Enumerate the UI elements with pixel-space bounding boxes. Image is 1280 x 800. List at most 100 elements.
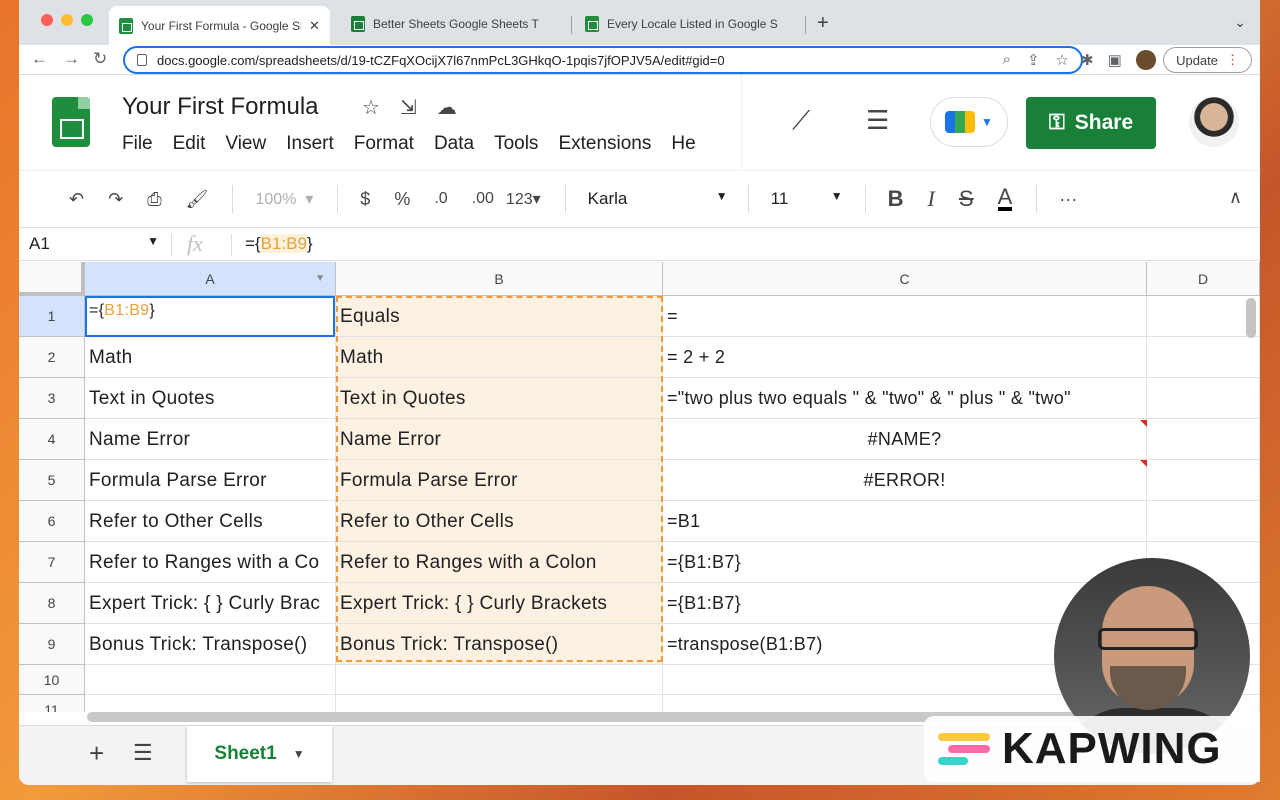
cell-a1[interactable]: ={B1:B9} — [85, 296, 336, 337]
cell-d[interactable] — [1147, 460, 1260, 501]
column-header-d[interactable]: D — [1147, 262, 1260, 296]
sheets-logo-icon[interactable] — [52, 97, 90, 147]
cell-d[interactable] — [1147, 501, 1260, 542]
column-header-c[interactable]: C — [663, 262, 1147, 296]
zoom-icon[interactable]: ⌕ — [1003, 51, 1011, 69]
bold-button[interactable]: B — [888, 186, 904, 212]
new-tab-icon[interactable]: + — [817, 12, 829, 35]
menu-format[interactable]: Format — [354, 133, 414, 155]
percent-format-button[interactable]: % — [394, 189, 410, 210]
browser-tab[interactable]: Every Locale Listed in Google S — [575, 8, 797, 40]
cell-c[interactable]: = — [663, 296, 1147, 337]
row-header[interactable]: 4 — [19, 419, 85, 460]
font-size-select[interactable]: 11 ▼ — [771, 189, 843, 209]
all-sheets-icon[interactable]: ☰ — [133, 740, 153, 766]
cell-a[interactable]: Expert Trick: { } Curly Brac — [85, 583, 336, 624]
more-options-button[interactable]: ··· — [1059, 189, 1077, 210]
share-button[interactable]: ⚿ Share — [1026, 97, 1156, 149]
row-header[interactable]: 11 — [19, 695, 85, 712]
side-panel-icon[interactable]: ▣ — [1108, 51, 1122, 69]
cell-a[interactable] — [85, 665, 336, 695]
cell-b[interactable]: Refer to Ranges with a Colon — [336, 542, 663, 583]
cell-b[interactable]: Expert Trick: { } Curly Brackets — [336, 583, 663, 624]
cell-a[interactable]: Text in Quotes — [85, 378, 336, 419]
row-header[interactable]: 7 — [19, 542, 85, 583]
undo-icon[interactable]: ↶ — [69, 189, 84, 210]
bookmark-star-icon[interactable]: ☆ — [1056, 51, 1069, 69]
cell-b[interactable]: Name Error — [336, 419, 663, 460]
sheet-tab-dropdown-icon[interactable]: ▼ — [293, 747, 305, 761]
meet-button[interactable]: ▼ — [930, 97, 1008, 147]
text-color-button[interactable]: A — [997, 186, 1013, 211]
menu-file[interactable]: File — [122, 133, 153, 155]
cell-a[interactable]: Math — [85, 337, 336, 378]
tab-search-icon[interactable]: ⌄ — [1234, 14, 1246, 31]
cell-b[interactable]: Equals — [336, 296, 663, 337]
update-button[interactable]: Update ⋮ — [1163, 47, 1252, 73]
close-tab-icon[interactable]: ✕ — [309, 18, 320, 34]
cell-b[interactable]: Formula Parse Error — [336, 460, 663, 501]
document-title[interactable]: Your First Formula — [122, 93, 319, 121]
redo-icon[interactable]: ↷ — [108, 189, 123, 210]
cell-a[interactable]: Formula Parse Error — [85, 460, 336, 501]
menu-help[interactable]: He — [671, 133, 695, 155]
cell-b[interactable]: Text in Quotes — [336, 378, 663, 419]
font-family-select[interactable]: Karla ▼ — [588, 189, 728, 209]
row-header[interactable]: 10 — [19, 665, 85, 695]
url-bar[interactable]: docs.google.com/spreadsheets/d/19-tCZFqX… — [123, 46, 1083, 74]
reload-icon[interactable]: ↻ — [93, 49, 107, 69]
forward-icon[interactable]: → — [63, 49, 80, 69]
cell-d[interactable] — [1147, 378, 1260, 419]
cell-b[interactable] — [336, 695, 663, 712]
add-sheet-icon[interactable]: + — [89, 738, 104, 769]
italic-button[interactable]: I — [928, 186, 935, 212]
cell-a[interactable]: Bonus Trick: Transpose() — [85, 624, 336, 665]
extensions-puzzle-icon[interactable]: ✱ — [1081, 51, 1094, 69]
row-header[interactable]: 1 — [19, 296, 85, 337]
cell-b[interactable]: Math — [336, 337, 663, 378]
print-icon[interactable]: ⎙ — [147, 189, 161, 210]
cell-b[interactable]: Refer to Other Cells — [336, 501, 663, 542]
formula-input[interactable]: ={B1:B9} — [245, 234, 313, 254]
cell-c[interactable]: ="two plus two equals " & "two" & " plus… — [663, 378, 1147, 419]
cell-d[interactable] — [1147, 337, 1260, 378]
cell-d[interactable] — [1147, 419, 1260, 460]
back-icon[interactable]: ← — [31, 49, 48, 69]
comments-icon[interactable]: ☰ — [866, 105, 889, 136]
sheet-tab-sheet1[interactable]: Sheet1 ▼ — [187, 726, 332, 782]
row-header[interactable]: 9 — [19, 624, 85, 665]
currency-format-button[interactable]: $ — [360, 189, 370, 210]
row-header[interactable]: 6 — [19, 501, 85, 542]
profile-avatar-small[interactable] — [1135, 50, 1156, 70]
cell-c[interactable]: #ERROR! — [663, 460, 1147, 501]
browser-tab[interactable]: Better Sheets Google Sheets T — [341, 8, 563, 40]
column-header-b[interactable]: B — [336, 262, 663, 296]
column-filter-icon[interactable]: ▼ — [315, 273, 325, 284]
menu-view[interactable]: View — [225, 133, 266, 155]
strikethrough-button[interactable]: S — [959, 186, 974, 212]
row-header[interactable]: 3 — [19, 378, 85, 419]
browser-tab-active[interactable]: Your First Formula - Google Sh ✕ — [109, 6, 330, 45]
cell-a[interactable] — [85, 695, 336, 712]
cell-c[interactable]: = 2 + 2 — [663, 337, 1147, 378]
menu-extensions[interactable]: Extensions — [558, 133, 651, 155]
cell-a[interactable]: Refer to Ranges with a Co — [85, 542, 336, 583]
share-page-icon[interactable]: ⇪ — [1027, 51, 1040, 69]
zoom-select[interactable]: 100% ▾ — [255, 189, 313, 209]
cell-c[interactable]: ={B1:B7} — [663, 542, 1147, 583]
star-icon[interactable]: ☆ — [362, 95, 380, 120]
cell-d[interactable] — [1147, 296, 1260, 337]
cloud-status-icon[interactable]: ☁ — [437, 95, 457, 120]
activity-trend-icon[interactable]: ⟋ — [792, 105, 810, 137]
menu-data[interactable]: Data — [434, 133, 474, 155]
cell-a[interactable]: Name Error — [85, 419, 336, 460]
menu-insert[interactable]: Insert — [286, 133, 334, 155]
increase-decimal-button[interactable]: .00 — [472, 190, 494, 208]
select-all-corner[interactable] — [19, 262, 85, 296]
collapse-toolbar-icon[interactable]: ∧ — [1229, 187, 1242, 208]
cell-b[interactable] — [336, 665, 663, 695]
paint-format-icon[interactable]: 🖌 — [186, 189, 209, 210]
row-header[interactable]: 8 — [19, 583, 85, 624]
row-header[interactable]: 5 — [19, 460, 85, 501]
close-window-button[interactable] — [41, 14, 53, 26]
